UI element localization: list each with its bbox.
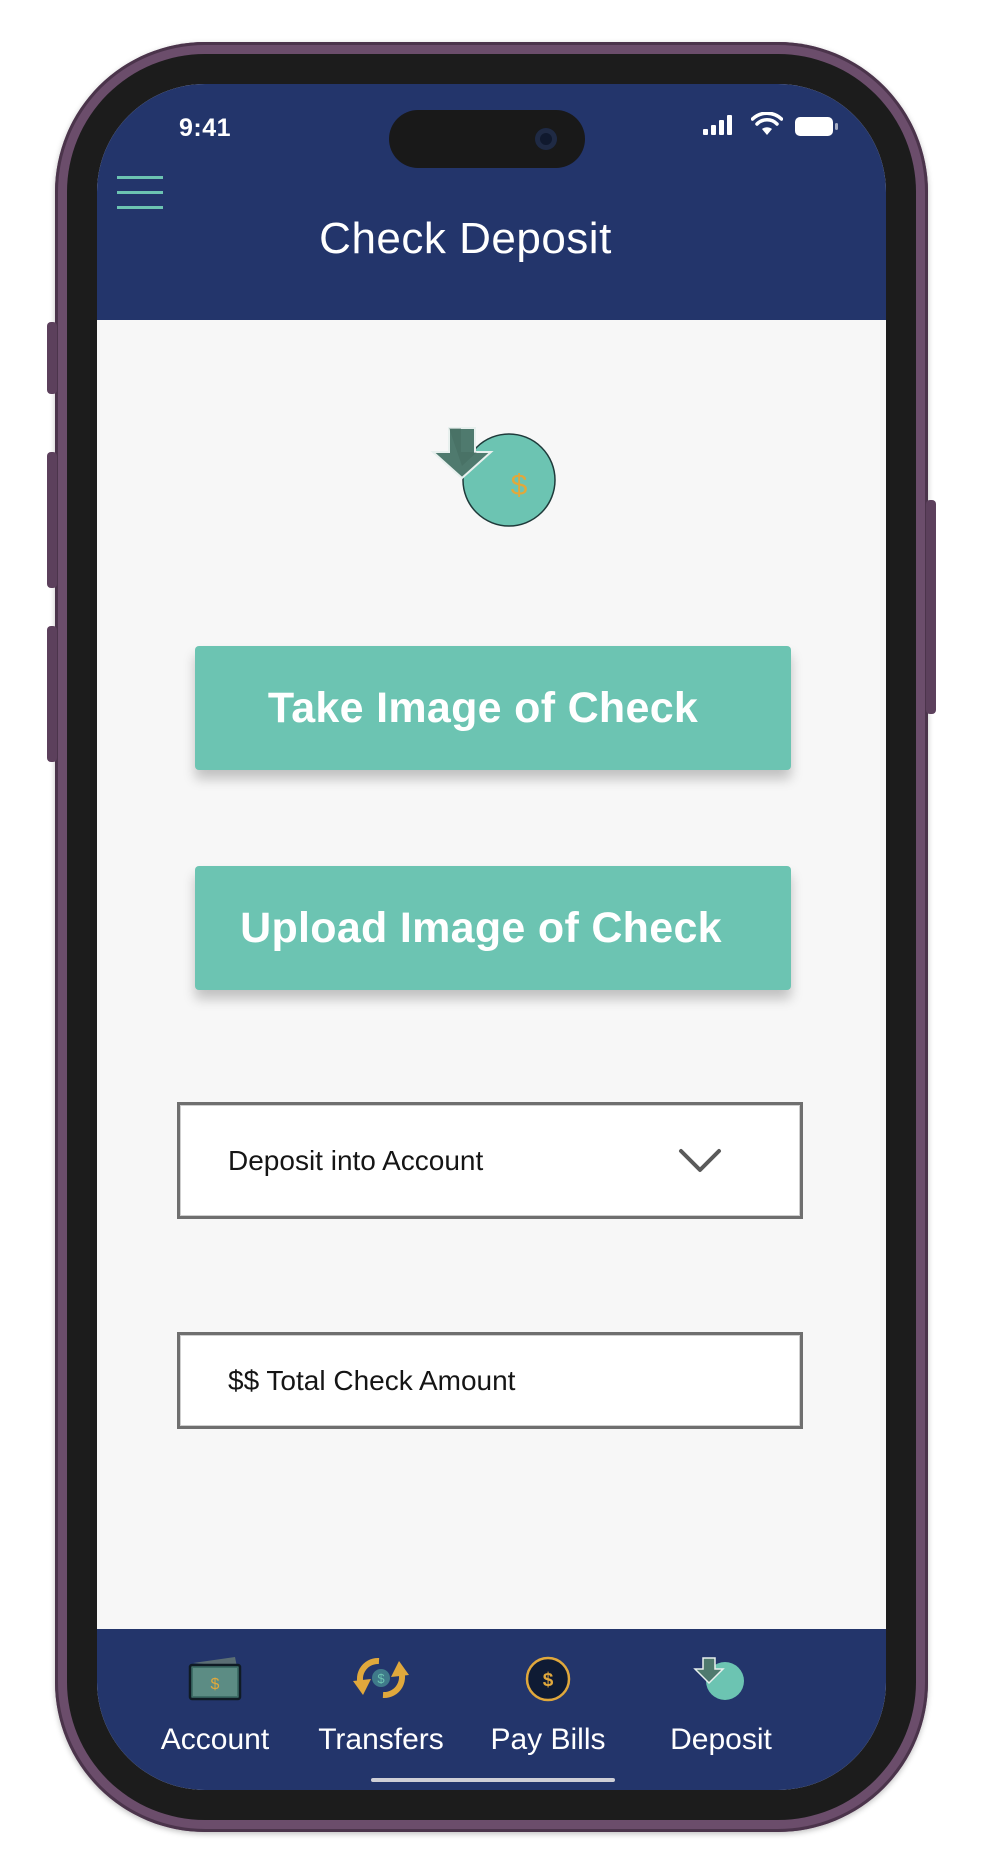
deposit-check-icon: $ — [430, 427, 556, 527]
nav-item-pay-bills[interactable]: $ Pay Bills — [473, 1655, 623, 1756]
battery-icon — [795, 117, 838, 136]
check-amount-placeholder: $$ Total Check Amount — [228, 1365, 516, 1396]
front-camera — [535, 128, 557, 150]
upload-image-label: Upload Image of Check — [240, 903, 722, 952]
wallet-icon: $ — [188, 1657, 242, 1701]
check-amount-input[interactable]: $$ Total Check Amount — [177, 1332, 803, 1429]
cellular-signal-icon — [703, 115, 732, 135]
app-screen: 9:41 Check Deposit $ Take Image of Check… — [97, 84, 886, 1790]
volume-up-button — [47, 452, 57, 588]
nav-label-account: Account — [160, 1723, 270, 1756]
svg-text:$: $ — [211, 1676, 220, 1693]
upload-image-button[interactable]: Upload Image of Check — [195, 866, 791, 990]
status-icons — [703, 112, 843, 144]
nav-item-transfers[interactable]: $ Transfers — [306, 1655, 456, 1756]
chevron-down-icon — [679, 1149, 721, 1172]
svg-text:$: $ — [377, 1671, 385, 1686]
status-time: 9:41 — [179, 114, 232, 142]
wifi-icon — [751, 112, 783, 135]
dollar-coin-icon: $ — [525, 1656, 571, 1702]
nav-label-deposit: Deposit — [670, 1723, 772, 1756]
hero-dollar-sign: $ — [511, 469, 528, 502]
page-title-text: Check Deposit — [319, 214, 612, 263]
mute-switch — [47, 322, 57, 394]
deposit-account-value: Deposit into Account — [228, 1145, 484, 1176]
deposit-icon — [693, 1657, 744, 1700]
volume-down-button — [47, 626, 57, 762]
deposit-account-select[interactable]: Deposit into Account — [177, 1102, 803, 1219]
dynamic-island — [389, 110, 585, 168]
page-title: Check Deposit — [97, 214, 886, 264]
hamburger-menu-icon[interactable] — [117, 174, 163, 214]
nav-item-deposit[interactable]: Deposit — [646, 1655, 796, 1756]
bottom-nav: $ Account $ Transfers $ Pay Bills Deposi… — [97, 1629, 886, 1790]
nav-label-pay-bills: Pay Bills — [490, 1723, 606, 1756]
nav-label-transfers: Transfers — [318, 1723, 444, 1756]
transfer-arrows-icon: $ — [353, 1657, 409, 1699]
take-image-label: Take Image of Check — [267, 683, 699, 732]
take-image-button[interactable]: Take Image of Check — [195, 646, 791, 770]
home-indicator — [371, 1778, 615, 1782]
svg-text:$: $ — [543, 1670, 554, 1691]
power-button — [926, 500, 936, 714]
app-header: 9:41 Check Deposit — [97, 84, 886, 320]
nav-item-account[interactable]: $ Account — [140, 1655, 290, 1756]
